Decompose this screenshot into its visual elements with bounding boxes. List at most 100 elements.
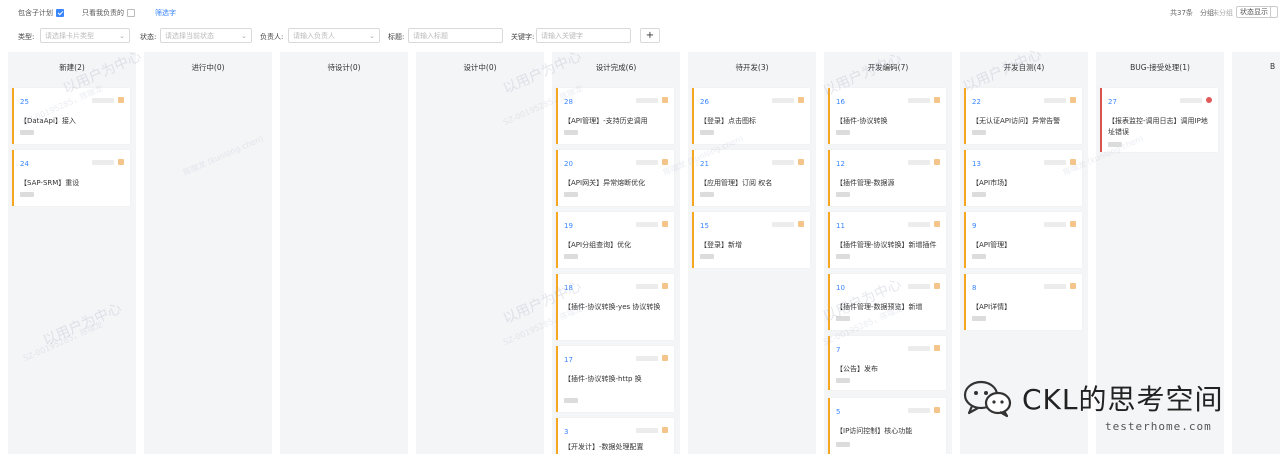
card-meta xyxy=(636,284,658,289)
card-number: 26 xyxy=(700,98,709,106)
card-number: 15 xyxy=(700,222,709,230)
card-meta xyxy=(908,222,930,227)
card-title: 【API网关】异常熔断优化 xyxy=(564,179,646,187)
task-card[interactable]: 12 【插件管理-数据源 xyxy=(828,150,946,206)
card-meta xyxy=(636,428,658,433)
column-title: 进行中(0) xyxy=(191,63,225,72)
card-number: 5 xyxy=(836,408,841,416)
priority-icon xyxy=(662,355,668,361)
add-button[interactable]: + xyxy=(640,28,660,43)
column-title: BUG-接受处理(1) xyxy=(1130,63,1190,72)
card-title: 【IP访问控制】核心功能 xyxy=(836,427,913,435)
task-card[interactable]: 16 【插件-协议转换 xyxy=(828,88,946,144)
include-subplan-label: 包含子计划 xyxy=(18,9,53,17)
card-number: 18 xyxy=(564,284,573,292)
task-card[interactable]: 26 【登录】点击图标 xyxy=(692,88,810,144)
priority-icon xyxy=(1206,97,1212,103)
task-card[interactable]: 13 【API市场】 xyxy=(964,150,1082,206)
task-card[interactable]: 8 【API详情】 xyxy=(964,274,1082,330)
card-title: 【API分组查询】优化 xyxy=(564,241,632,249)
owner-input[interactable]: 请输入负责人 ⌄ xyxy=(288,28,380,43)
card-number: 24 xyxy=(20,160,29,168)
status-select[interactable]: 请选择当前状态 ⌄ xyxy=(160,28,252,43)
avatar xyxy=(564,130,578,135)
status-label: 状态: xyxy=(140,33,157,41)
priority-icon xyxy=(1070,97,1076,103)
task-card[interactable]: 19 【API分组查询】优化 xyxy=(556,212,674,268)
type-select[interactable]: 请选择卡片类型 ⌄ xyxy=(40,28,130,43)
total-count: 共37条 xyxy=(1170,9,1193,17)
avatar xyxy=(836,316,850,321)
priority-icon xyxy=(798,159,804,165)
task-card[interactable]: 15 【登录】新增 xyxy=(692,212,810,268)
title-placeholder: 请输入标题 xyxy=(413,32,448,40)
task-card[interactable]: 25 【DataApi】接入 xyxy=(12,88,130,144)
column-title: 设计中(0) xyxy=(463,63,497,72)
only-mine-option[interactable]: 只看我负责的 xyxy=(82,8,135,18)
priority-icon xyxy=(798,221,804,227)
card-title: 【插件管理-协议转换】新增插件 xyxy=(836,241,937,249)
card-meta xyxy=(1044,222,1066,227)
toolbar: 包含子计划 只看我负责的 筛选字 共37条 分组 未分组 状态显示 xyxy=(0,0,1280,24)
wechat-icon xyxy=(963,380,1012,418)
task-card[interactable]: 28 【API管理】-支持历史调用 xyxy=(556,88,674,144)
card-title: 【插件-协议转换 xyxy=(836,117,888,125)
only-mine-label: 只看我负责的 xyxy=(82,9,124,17)
card-title: 【开发计】-数据处理配置 xyxy=(564,443,644,451)
task-card[interactable]: 18 【插件-协议转换-yes 协议转换 xyxy=(556,274,674,340)
column-partial: B xyxy=(1232,52,1280,454)
card-title: 【API管理】-支持历史调用 xyxy=(564,117,648,125)
type-placeholder: 请选择卡片类型 xyxy=(45,32,94,40)
group-select[interactable]: 未分组 xyxy=(1212,8,1233,18)
column-title: 设计完成(6) xyxy=(595,63,637,72)
chevron-down-icon: ⌄ xyxy=(369,32,375,40)
column-title: 待设计(0) xyxy=(327,63,361,72)
task-card[interactable]: 10 【插件管理-数据预览】新增 xyxy=(828,274,946,330)
card-number: 17 xyxy=(564,356,573,364)
task-card[interactable]: 11 【插件管理-协议转换】新增插件 xyxy=(828,212,946,268)
priority-icon xyxy=(934,221,940,227)
task-card[interactable]: 3 【开发计】-数据处理配置 xyxy=(556,418,674,454)
filter-link[interactable]: 筛选字 xyxy=(155,8,176,18)
keyword-placeholder: 请输入关键字 xyxy=(541,32,583,40)
keyword-input[interactable]: 请输入关键字 xyxy=(536,28,631,43)
avatar xyxy=(1108,142,1122,147)
column-design-done: 设计完成(6) 28 【API管理】-支持历史调用 20 【API网关】异常熔断… xyxy=(552,52,680,454)
task-card[interactable]: 7 【公告】发布 xyxy=(828,336,946,390)
avatar xyxy=(972,130,986,135)
title-input[interactable]: 请输入标题 xyxy=(408,28,503,43)
column-title: 开发编码(7) xyxy=(867,63,909,72)
column-title: 新建(2) xyxy=(59,63,85,72)
column-designing: 设计中(0) xyxy=(416,52,544,454)
task-card[interactable]: 5 【IP访问控制】核心功能 xyxy=(828,398,946,454)
status-display-button[interactable]: 状态显示 xyxy=(1236,6,1272,18)
task-card[interactable]: 20 【API网关】异常熔断优化 xyxy=(556,150,674,206)
only-mine-checkbox[interactable] xyxy=(127,9,135,17)
card-title: 【无认证API访问】异常告警 xyxy=(972,117,1061,125)
card-title: 【SAP-SRM】重设 xyxy=(20,179,80,187)
include-subplan-checkbox[interactable] xyxy=(56,9,64,17)
include-subplan-option[interactable]: 包含子计划 xyxy=(18,8,64,18)
task-card[interactable]: 17 【插件-协议转换-http 换 xyxy=(556,346,674,412)
priority-icon xyxy=(1070,283,1076,289)
task-card[interactable]: 9 【API管理】 xyxy=(964,212,1082,268)
card-meta xyxy=(636,98,658,103)
card-title: 【DataApi】接入 xyxy=(20,117,76,125)
task-card[interactable]: 22 【无认证API访问】异常告警 xyxy=(964,88,1082,144)
task-card[interactable]: 21 【应用管理】订阅 权名 xyxy=(692,150,810,206)
priority-icon xyxy=(662,221,668,227)
card-number: 22 xyxy=(972,98,981,106)
task-card[interactable]: 27 【报表监控-调用日志】调用IP地址错误 xyxy=(1100,88,1218,152)
logo-text: CKL的思考空间 xyxy=(1022,383,1224,416)
owner-label: 负责人: xyxy=(260,33,284,41)
card-number: 3 xyxy=(564,428,569,436)
card-meta xyxy=(908,160,930,165)
avatar xyxy=(972,192,986,197)
card-number: 10 xyxy=(836,284,845,292)
task-card[interactable]: 24 【SAP-SRM】重设 xyxy=(12,150,130,206)
settings-button[interactable] xyxy=(1270,6,1278,18)
avatar xyxy=(564,192,578,197)
column-title: 开发自测(4) xyxy=(1003,63,1045,72)
card-meta xyxy=(908,284,930,289)
filter-bar: 类型: 请选择卡片类型 ⌄ 状态: 请选择当前状态 ⌄ 负责人: 请输入负责人 … xyxy=(0,28,1280,44)
